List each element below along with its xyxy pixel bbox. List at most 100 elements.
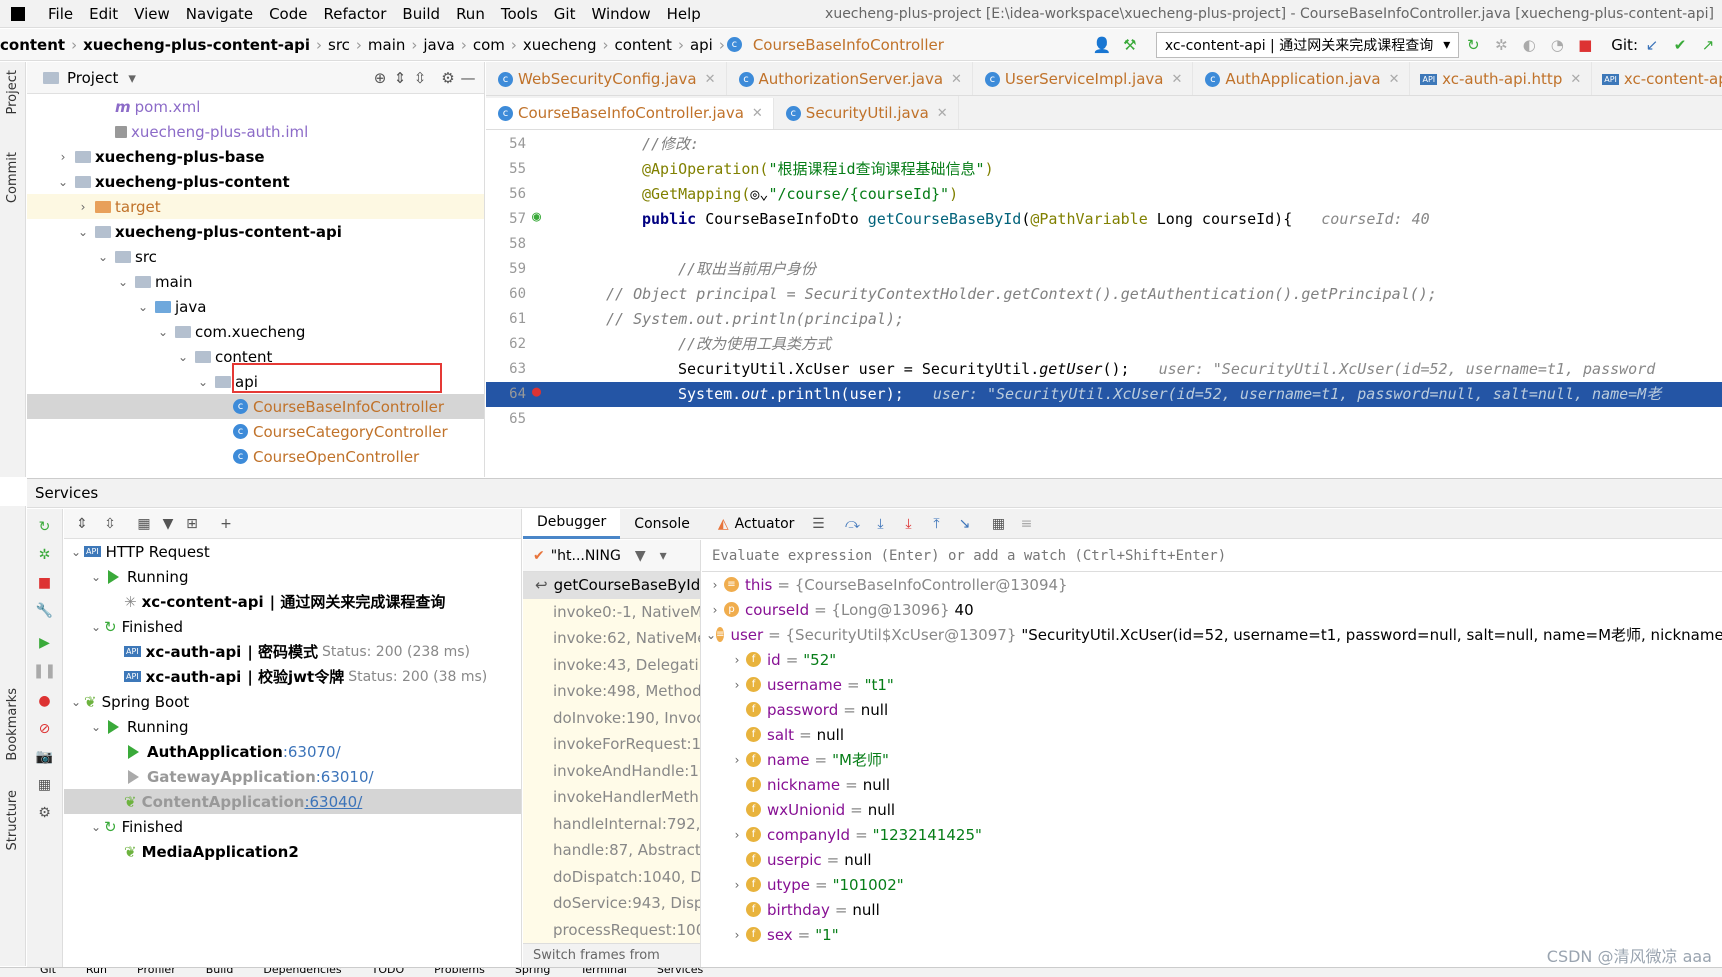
chevron-down-icon[interactable]: ⌄ xyxy=(55,175,71,189)
gear-icon[interactable]: ⚙ xyxy=(438,69,458,87)
chevron-down-icon[interactable]: ⌄ xyxy=(88,570,104,584)
chevron-right-icon[interactable]: › xyxy=(728,828,746,842)
chevron-down-icon[interactable]: ⌄ xyxy=(115,275,131,289)
project-tree-item[interactable]: c CourseOpenController xyxy=(27,444,484,469)
bottom-tab-todo[interactable]: TODO xyxy=(372,968,405,976)
chevron-down-icon[interactable]: ⌄ xyxy=(155,325,171,339)
stack-frame[interactable]: doInvoke:190, Invoc xyxy=(523,705,700,732)
code-line[interactable]: 60 // Object principal = SecurityContextH… xyxy=(486,282,1722,307)
project-tree-item[interactable]: ⌄ main xyxy=(27,269,484,294)
trace-icon[interactable]: ≡ xyxy=(1016,516,1036,532)
editor-tab[interactable]: c CourseBaseInfoController.java ✕ xyxy=(486,97,774,129)
close-icon[interactable]: ✕ xyxy=(937,106,948,121)
variable-row[interactable]: › ≡ this = {CourseBaseInfoController@13094} xyxy=(702,572,1722,597)
editor-tab[interactable]: c UserServiceImpl.java ✕ xyxy=(973,62,1194,95)
chevron-down-icon[interactable]: ⌄ xyxy=(88,720,104,734)
menu-item-git[interactable]: Git xyxy=(546,5,584,23)
stack-frame[interactable]: doDispatch:1040, Di xyxy=(523,864,700,891)
gutter[interactable] xyxy=(530,332,605,357)
gutter[interactable]: ● xyxy=(530,382,605,407)
project-tool-tab[interactable]: Project xyxy=(5,70,20,114)
gutter[interactable]: ◉ xyxy=(530,207,605,232)
chevron-right-icon[interactable]: › xyxy=(728,753,746,767)
variable-row[interactable]: › f name = "M老师" xyxy=(702,747,1722,772)
bottom-tab-build[interactable]: Build xyxy=(206,968,234,976)
new-tab-icon[interactable]: ⊞ xyxy=(182,516,202,532)
menu-item-view[interactable]: View xyxy=(126,5,178,23)
line-number[interactable]: 61 xyxy=(486,307,526,332)
editor-tab[interactable]: APIxc-content-api.ht✕ xyxy=(1592,62,1722,95)
services-tree-item[interactable]: GatewayApplication:63010/ xyxy=(64,764,521,789)
add-icon[interactable]: + xyxy=(216,516,236,532)
services-tree-item[interactable]: ❦ MediaApplication2 xyxy=(64,839,521,864)
project-tree-item[interactable]: ⌄ src xyxy=(27,244,484,269)
menu-item-navigate[interactable]: Navigate xyxy=(178,5,261,23)
gutter[interactable] xyxy=(530,307,605,332)
project-tree-item[interactable]: ⌄ xuecheng-plus-content xyxy=(27,169,484,194)
variable-row[interactable]: f salt = null xyxy=(702,722,1722,747)
variable-row[interactable]: › p courseId = {Long@13096} 40 xyxy=(702,597,1722,622)
minimize-icon[interactable]: — xyxy=(458,69,478,87)
variable-row[interactable]: f userpic = null xyxy=(702,847,1722,872)
code-line[interactable]: 58 xyxy=(486,232,1722,257)
stack-frame[interactable]: invokeForRequest:1 xyxy=(523,731,700,758)
chevron-down-icon[interactable]: ⌄ xyxy=(68,695,84,709)
build-hammer-icon[interactable]: ⚒ xyxy=(1119,36,1141,54)
services-tree-item[interactable]: ⌄ API HTTP Request xyxy=(64,539,521,564)
line-number[interactable]: 65 xyxy=(486,407,526,432)
camera-icon[interactable]: 📷 xyxy=(27,749,62,765)
close-icon[interactable]: ✕ xyxy=(705,72,716,87)
line-number[interactable]: 57 xyxy=(486,207,526,232)
chevron-right-icon[interactable]: › xyxy=(728,878,746,892)
variable-row[interactable]: › f utype = "101002" xyxy=(702,872,1722,897)
menu-item-build[interactable]: Build xyxy=(394,5,448,23)
variable-row[interactable]: › f username = "t1" xyxy=(702,672,1722,697)
stack-frame[interactable]: ↩ getCourseBaseById:64 xyxy=(523,572,700,599)
gutter[interactable] xyxy=(530,282,605,307)
breadcrumb-item[interactable]: src xyxy=(322,36,356,54)
variable-row[interactable]: f wxUnionid = null xyxy=(702,797,1722,822)
services-tree-item[interactable]: ⌄ ↻ Finished xyxy=(64,614,521,639)
mute-breakpoints-icon[interactable]: ⊘ xyxy=(27,721,62,737)
variable-row[interactable]: › f id = "52" xyxy=(702,647,1722,672)
services-tree-item[interactable]: AuthApplication:63070/ xyxy=(64,739,521,764)
breakpoint-icon[interactable]: ● xyxy=(532,382,541,400)
chevron-down-icon[interactable]: ⌄ xyxy=(195,375,211,389)
step-over-icon[interactable]: ⤼ xyxy=(842,516,862,532)
chevron-down-icon[interactable]: ⌄ xyxy=(88,620,104,634)
variable-row[interactable]: ⌄ ≡ user = {SecurityUtil$XcUser@13097} "Secu… xyxy=(702,622,1722,647)
chevron-down-icon[interactable]: ⌄ xyxy=(75,225,91,239)
project-tree-item[interactable]: ⌄ java xyxy=(27,294,484,319)
menu-item-tools[interactable]: Tools xyxy=(493,5,546,23)
chevron-down-icon[interactable]: ⌄ xyxy=(135,300,151,314)
bottom-tab-git[interactable]: Git xyxy=(40,968,56,976)
close-icon[interactable]: ✕ xyxy=(1570,72,1581,87)
breadcrumb-item[interactable]: api xyxy=(684,36,719,54)
line-number[interactable]: 60 xyxy=(486,282,526,307)
bottom-tab-run[interactable]: Run xyxy=(86,968,107,976)
chevron-down-icon[interactable]: ⌄ xyxy=(706,628,716,642)
bottom-tab-services[interactable]: Services xyxy=(657,968,703,976)
filter-icon[interactable]: ▼ xyxy=(158,516,178,532)
gutter[interactable] xyxy=(530,182,605,207)
code-line[interactable]: 64 ● System.out.println(user); user: "Secu… xyxy=(486,382,1722,407)
port-link[interactable]: :63070/ xyxy=(283,743,341,761)
evaluate-icon[interactable]: ▦ xyxy=(988,516,1008,532)
coverage-icon[interactable]: ◐ xyxy=(1518,36,1540,54)
view-breakpoints-icon[interactable]: ● xyxy=(27,693,62,709)
user-icon[interactable]: 👤 xyxy=(1091,36,1113,54)
breadcrumb-item[interactable]: main xyxy=(362,36,411,54)
menu-item-help[interactable]: Help xyxy=(659,5,709,23)
gutter[interactable] xyxy=(530,357,605,382)
line-number[interactable]: 59 xyxy=(486,257,526,282)
port-link[interactable]: :63040/ xyxy=(304,793,362,811)
stack-frame[interactable]: invoke:43, Delegatin xyxy=(523,652,700,679)
menu-item-code[interactable]: Code xyxy=(261,5,315,23)
line-number[interactable]: 54 xyxy=(486,132,526,157)
tab-console[interactable]: Console xyxy=(620,509,704,539)
close-icon[interactable]: ✕ xyxy=(1171,72,1182,87)
profile-icon[interactable]: ◔ xyxy=(1546,36,1568,54)
wrench-icon[interactable]: 🔧 xyxy=(27,603,62,619)
run-gutter-icon[interactable]: ◉ xyxy=(532,207,541,225)
bottom-tab-profiler[interactable]: Profiler xyxy=(137,968,176,976)
